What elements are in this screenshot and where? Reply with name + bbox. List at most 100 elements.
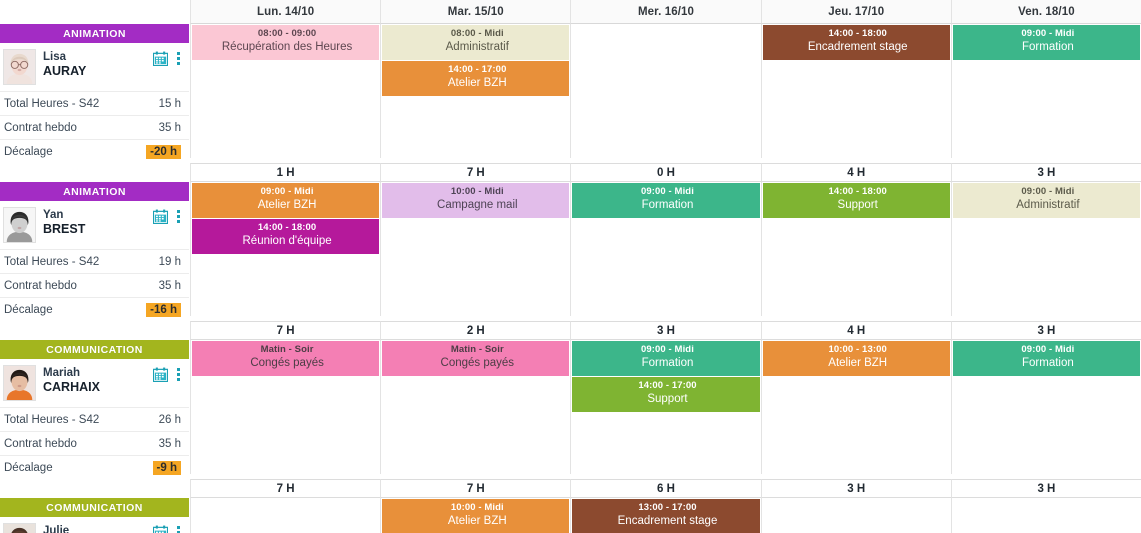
employee-4-day-4[interactable] — [760, 498, 951, 533]
calendar-icon[interactable] — [153, 367, 168, 382]
event-block[interactable]: 14:00 - 18:00 Support — [762, 183, 950, 218]
employee-3-day-3[interactable]: 09:00 - Midi Formation 14:00 - 17:00 Suppor… — [570, 340, 761, 474]
employee-2-stat-value-total: 19 h — [158, 255, 181, 268]
event-name: Atelier BZH — [447, 515, 507, 528]
event-time: 13:00 - 17:00 — [638, 502, 697, 513]
event-time: 09:00 - Midi — [1021, 186, 1075, 197]
event-time: Matin - Soir — [260, 344, 314, 355]
employee-1-day-2[interactable]: 08:00 - Midi Administratif 14:00 - 17:00 At… — [380, 24, 571, 158]
calendar-icon[interactable] — [153, 525, 168, 533]
event-block[interactable]: 14:00 - 18:00 Réunion d'équipe — [192, 218, 380, 254]
employee-1-total-day-3: 0 H — [570, 163, 761, 182]
event-name: Formation — [1022, 41, 1074, 54]
event-time: Matin - Soir — [450, 344, 504, 355]
kebab-menu-icon[interactable] — [177, 209, 181, 223]
event-block[interactable]: 09:00 - Midi Formation — [572, 183, 760, 218]
kebab-menu-icon[interactable] — [177, 367, 181, 381]
employee-3-day-2[interactable]: Matin - Soir Congés payés — [380, 340, 571, 474]
event-name: Administratif — [445, 41, 509, 54]
employee-3-service-badge: COMMUNICATION — [0, 340, 189, 359]
employee-2-total-day-4: 4 H — [760, 321, 951, 340]
event-name: Campagne mail — [437, 199, 518, 212]
employee-2-stat-label-contract: Contrat hebdo — [4, 279, 77, 292]
employee-4-day-5[interactable] — [950, 498, 1141, 533]
avatar — [3, 365, 36, 401]
event-name: Atelier BZH — [257, 199, 317, 212]
kebab-menu-icon[interactable] — [177, 525, 181, 533]
employee-1-total-day-5: 3 H — [950, 163, 1141, 182]
event-name: Encadrement stage — [617, 515, 718, 528]
event-name: Support — [837, 199, 878, 212]
employee-2-total-day-1: 7 H — [190, 321, 381, 340]
event-block[interactable]: 08:00 - Midi Administratif — [382, 25, 570, 60]
event-block[interactable]: 10:00 - 13:00 Atelier BZH — [762, 341, 950, 376]
employee-1-stat-label-contract: Contrat hebdo — [4, 121, 77, 134]
employee-2-stat-offset: Décalage -16 h — [0, 297, 189, 321]
event-block[interactable]: 08:00 - 09:00 Récupération des Heures — [192, 25, 380, 60]
employee-4-panel: COMMUNICATION JulieCARNAC — [0, 498, 190, 533]
event-time: 09:00 - Midi — [641, 344, 694, 355]
employee-4-name: JulieCARNAC — [43, 523, 146, 533]
employee-1-last-name: AURAY — [43, 64, 87, 79]
event-block[interactable]: 14:00 - 17:00 Atelier BZH — [382, 60, 570, 96]
event-block[interactable]: 09:00 - Midi Formation — [952, 25, 1140, 60]
event-block[interactable]: 14:00 - 18:00 Encadrement stage — [762, 25, 950, 60]
event-block[interactable]: 09:00 - Midi Administratif — [952, 183, 1140, 218]
employee-1-day-4[interactable]: 14:00 - 18:00 Encadrement stage — [760, 24, 951, 158]
event-name: Congés payés — [250, 357, 324, 370]
avatar — [3, 49, 36, 85]
event-block[interactable]: 13:00 - 17:00 Encadrement stage — [572, 499, 760, 533]
employee-2-total-day-5: 3 H — [950, 321, 1141, 340]
employee-1-first-name: Lisa — [43, 51, 67, 63]
employee-2-totals-spacer — [0, 321, 190, 340]
employee-2-day-5[interactable]: 09:00 - Midi Administratif — [950, 182, 1141, 316]
employee-2-day-1[interactable]: 09:00 - Midi Atelier BZH 14:00 - 18:00 Réun… — [190, 182, 381, 316]
employee-1-day-3[interactable] — [570, 24, 761, 158]
employee-2-day-2[interactable]: 10:00 - Midi Campagne mail — [380, 182, 571, 316]
event-block[interactable]: 10:00 - Midi Atelier BZH — [382, 499, 570, 533]
event-time: 09:00 - Midi — [1021, 28, 1075, 39]
employee-3-identity: Mariah CARHAIX — [0, 359, 189, 407]
status-badge: -9 h — [152, 460, 181, 475]
event-block[interactable]: 09:00 - Midi Formation — [572, 341, 760, 376]
status-badge: -20 h — [146, 144, 181, 159]
employee-1-day-1[interactable]: 08:00 - 09:00 Récupération des Heures — [190, 24, 381, 158]
employee-2-day-3[interactable]: 09:00 - Midi Formation — [570, 182, 761, 316]
employee-3-stat-value-total: 26 h — [158, 413, 181, 426]
employee-4-day-1[interactable] — [190, 498, 381, 533]
day-header-2: Mar. 15/10 — [380, 0, 571, 24]
kebab-menu-icon[interactable] — [177, 51, 181, 65]
employee-4-day-3[interactable]: 13:00 - 17:00 Encadrement stage — [570, 498, 761, 533]
event-block[interactable]: Matin - Soir Congés payés — [192, 341, 380, 376]
employee-3-stat-value-contract: 35 h — [158, 437, 181, 450]
event-block[interactable]: 14:00 - 17:00 Support — [572, 376, 760, 412]
employee-3-day-4[interactable]: 10:00 - 13:00 Atelier BZH — [760, 340, 951, 474]
event-block[interactable]: 10:00 - Midi Campagne mail — [382, 183, 570, 218]
employee-3-day-5[interactable]: 09:00 - Midi Formation — [950, 340, 1141, 474]
event-time: 09:00 - Midi — [1021, 344, 1075, 355]
day-header-4: Jeu. 17/10 — [760, 0, 951, 24]
employee-3-total-day-5: 3 H — [950, 479, 1141, 498]
employee-1-day-5[interactable]: 09:00 - Midi Formation — [950, 24, 1141, 158]
calendar-icon[interactable] — [153, 51, 168, 66]
employee-3-day-1[interactable]: Matin - Soir Congés payés — [190, 340, 381, 474]
employee-3-total-day-3: 6 H — [570, 479, 761, 498]
employee-3-stat-total: Total Heures - S42 26 h — [0, 407, 189, 431]
employee-2-stat-label-total: Total Heures - S42 — [4, 255, 100, 268]
event-time: 09:00 - Midi — [641, 186, 694, 197]
calendar-icon[interactable] — [153, 209, 168, 224]
event-name: Encadrement stage — [807, 41, 908, 54]
event-name: Atelier BZH — [447, 76, 507, 89]
event-block[interactable]: Matin - Soir Congés payés — [382, 341, 570, 376]
event-block[interactable]: 09:00 - Midi Formation — [952, 341, 1140, 376]
employee-4-day-2[interactable]: 10:00 - Midi Atelier BZH — [380, 498, 571, 533]
employee-2-service-badge: ANIMATION — [0, 182, 189, 201]
employee-2-day-4[interactable]: 14:00 - 18:00 Support — [760, 182, 951, 316]
employee-1-stat-label-offset: Décalage — [4, 145, 53, 158]
employee-2-name: Yan BREST — [43, 207, 146, 237]
event-block[interactable]: 09:00 - Midi Atelier BZH — [192, 183, 380, 218]
employee-3-total-day-2: 7 H — [380, 479, 571, 498]
employee-3-last-name: CARHAIX — [43, 380, 100, 395]
event-time: 08:00 - 09:00 — [257, 28, 317, 39]
employee-1-total-day-4: 4 H — [760, 163, 951, 182]
